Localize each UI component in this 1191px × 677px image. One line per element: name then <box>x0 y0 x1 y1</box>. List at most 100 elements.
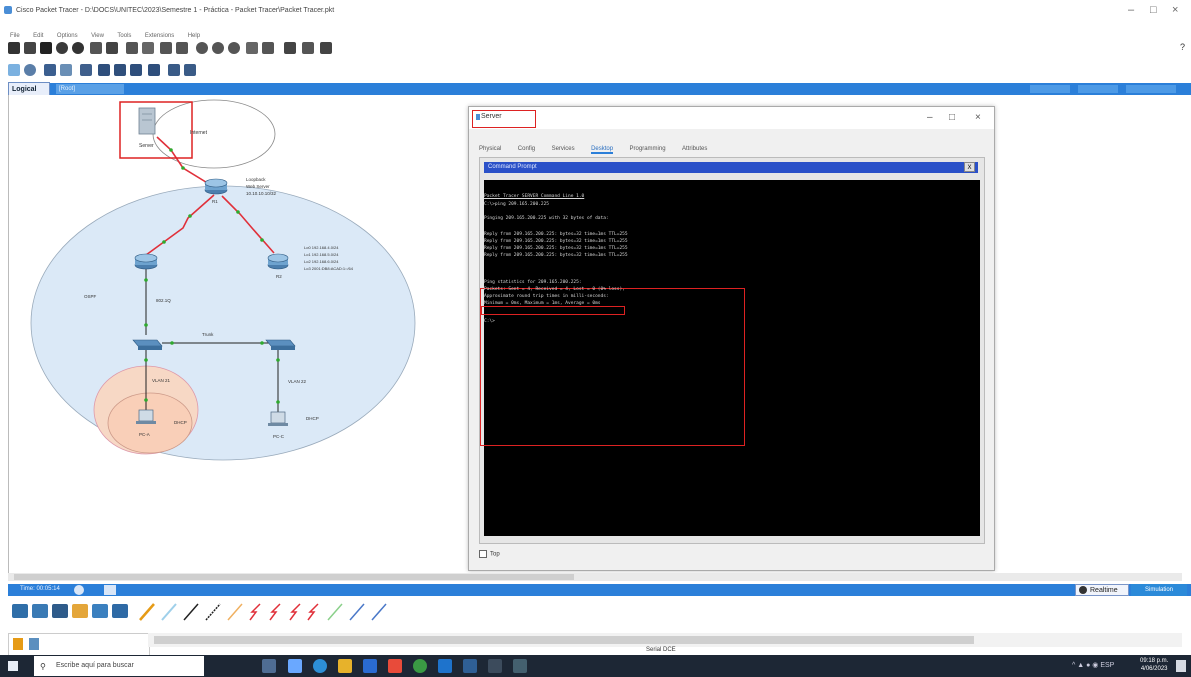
pc-c-icon[interactable] <box>268 411 288 426</box>
inspect-icon[interactable] <box>24 64 36 76</box>
edge-icon[interactable] <box>313 659 327 673</box>
freeform-icon[interactable] <box>148 64 160 76</box>
network-info-icon[interactable] <box>302 42 314 54</box>
file-explorer-icon[interactable] <box>288 659 302 673</box>
coaxial-icon[interactable] <box>307 603 319 621</box>
phone-cable-icon[interactable] <box>371 603 387 621</box>
delete-icon[interactable] <box>80 64 92 76</box>
zoom-out-icon[interactable] <box>228 42 240 54</box>
scrollbar-thumb[interactable] <box>14 574 574 580</box>
octal-icon[interactable] <box>289 603 301 621</box>
mail-icon[interactable] <box>363 659 377 673</box>
taskbar-clock[interactable]: 09:18 p.m. 4/06/2023 <box>1140 657 1168 673</box>
set-tiled-background-button[interactable] <box>1126 85 1176 93</box>
dialog-minimize-icon[interactable]: – <box>927 112 933 123</box>
drawing-palette-icon[interactable] <box>246 42 258 54</box>
save-icon[interactable] <box>40 42 52 54</box>
notifications-icon[interactable] <box>1176 660 1186 672</box>
help-icon[interactable]: ? <box>1180 42 1185 52</box>
workspace-horizontal-scrollbar[interactable] <box>8 573 1182 581</box>
simulation-button[interactable]: Simulation <box>1131 584 1187 596</box>
new-cluster-button[interactable] <box>1030 85 1070 93</box>
folder-icon[interactable] <box>338 659 352 673</box>
auto-connection-icon[interactable] <box>139 603 155 621</box>
copy-icon[interactable] <box>126 42 138 54</box>
tab-attributes[interactable]: Attributes <box>682 146 707 152</box>
lightning-connection-icon[interactable] <box>13 638 23 650</box>
tab-programming[interactable]: Programming <box>630 146 666 152</box>
topology-canvas[interactable]: Server Internet R1 Loopback Web Server 1… <box>0 95 460 573</box>
router-r3-icon[interactable] <box>134 253 158 270</box>
undo-icon[interactable] <box>160 42 172 54</box>
server-icon[interactable] <box>138 107 156 135</box>
checkbox-square-icon[interactable] <box>479 550 487 558</box>
task-view-icon[interactable] <box>262 659 276 673</box>
note-icon[interactable] <box>60 64 72 76</box>
redo-icon[interactable] <box>176 42 188 54</box>
zoom-reset-icon[interactable] <box>212 42 224 54</box>
view-icon[interactable] <box>284 42 296 54</box>
pdu-list-icon[interactable] <box>320 42 332 54</box>
chrome-icon[interactable] <box>413 659 427 673</box>
system-tray-icons[interactable]: ^ ▲ ● ◉ ESP <box>1072 661 1114 669</box>
paste-icon[interactable] <box>142 42 154 54</box>
tab-physical[interactable]: Physical <box>479 146 501 152</box>
selected-type-icon[interactable] <box>29 638 39 650</box>
straight-through-icon[interactable] <box>183 603 199 621</box>
close-icon[interactable]: × <box>1172 4 1178 16</box>
components-icon[interactable] <box>52 604 68 618</box>
network-devices-icon[interactable] <box>12 604 28 618</box>
packet-tracer-taskbar-icon[interactable] <box>463 659 477 673</box>
export-icon[interactable] <box>106 42 118 54</box>
draw-line-icon[interactable] <box>98 64 110 76</box>
fast-forward-icon[interactable] <box>104 585 116 595</box>
misc-icon[interactable] <box>92 604 108 618</box>
app-icon-2[interactable] <box>513 659 527 673</box>
dialog-title-bar[interactable] <box>469 107 994 129</box>
device-list-scrollbar[interactable] <box>148 633 1182 647</box>
app-icon[interactable] <box>488 659 502 673</box>
draw-rectangle-icon[interactable] <box>114 64 126 76</box>
custom-device-icon[interactable] <box>262 42 274 54</box>
logical-tab[interactable]: Logical <box>8 82 50 96</box>
taskbar-search-input[interactable]: Escribe aquí para buscar <box>34 656 204 676</box>
zoom-in-icon[interactable] <box>196 42 208 54</box>
print-icon[interactable] <box>72 42 84 54</box>
fiber-icon[interactable] <box>227 603 243 621</box>
move-object-button[interactable] <box>1078 85 1118 93</box>
router-r2-icon[interactable] <box>267 253 289 270</box>
command-prompt-close-button[interactable]: X <box>964 162 975 172</box>
add-simple-pdu-icon[interactable] <box>168 64 180 76</box>
activity-wizard-icon[interactable] <box>56 42 68 54</box>
usb-cable-icon[interactable] <box>349 603 365 621</box>
activity-icon[interactable] <box>90 42 102 54</box>
tab-config[interactable]: Config <box>518 146 535 152</box>
office-icon[interactable] <box>388 659 402 673</box>
top-checkbox[interactable]: Top <box>479 550 500 558</box>
end-devices-icon[interactable] <box>32 604 48 618</box>
open-file-icon[interactable] <box>24 42 36 54</box>
crossover-icon[interactable] <box>205 603 221 621</box>
connections-icon[interactable] <box>72 604 88 618</box>
power-cycle-icon[interactable] <box>74 585 84 595</box>
serial-dte-icon[interactable] <box>269 603 281 621</box>
windows-start-icon[interactable] <box>8 661 18 671</box>
move-layout-icon[interactable] <box>44 64 56 76</box>
iot-custom-cable-icon[interactable] <box>327 603 343 621</box>
breadcrumb[interactable]: [Root] <box>56 84 124 94</box>
multiuser-icon[interactable] <box>112 604 128 618</box>
select-icon[interactable] <box>8 64 20 76</box>
console-cable-icon[interactable] <box>161 603 177 621</box>
dialog-close-icon[interactable]: × <box>975 112 981 123</box>
pc-a-icon[interactable] <box>136 409 156 424</box>
new-file-icon[interactable] <box>8 42 20 54</box>
word-icon[interactable] <box>438 659 452 673</box>
tab-desktop[interactable]: Desktop <box>591 146 614 154</box>
draw-ellipse-icon[interactable] <box>130 64 142 76</box>
router-r1-icon[interactable] <box>204 178 228 195</box>
device-list-scroll-thumb[interactable] <box>154 636 974 644</box>
maximize-icon[interactable]: □ <box>1150 4 1157 16</box>
dialog-maximize-icon[interactable]: □ <box>949 112 955 123</box>
serial-dce-icon[interactable] <box>249 603 261 621</box>
add-complex-pdu-icon[interactable] <box>184 64 196 76</box>
